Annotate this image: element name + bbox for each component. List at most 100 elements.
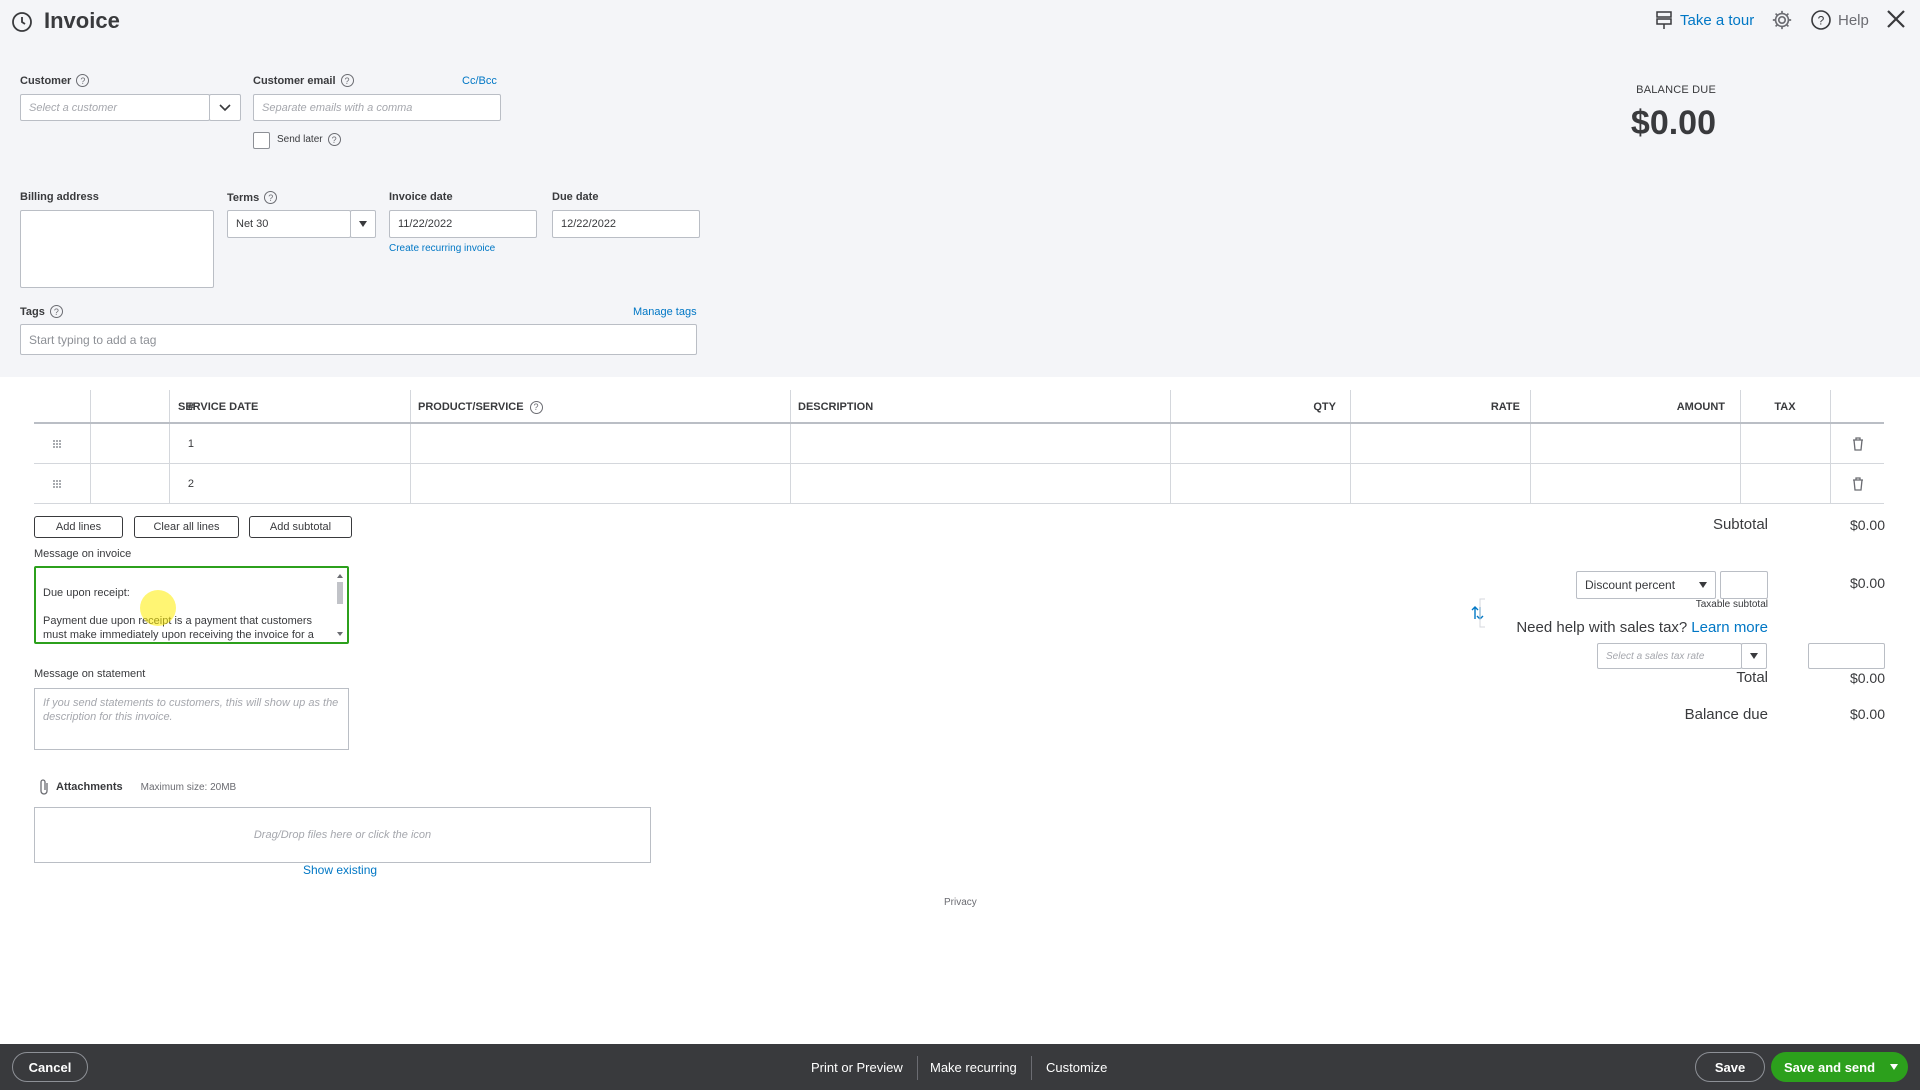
terms-dropdown-button[interactable] xyxy=(350,210,376,238)
customer-select[interactable]: Select a customer xyxy=(20,94,210,121)
add-lines-button[interactable]: Add lines xyxy=(34,516,123,538)
tags-label-text: Tags xyxy=(20,305,45,318)
sales-tax-rate-placeholder: Select a sales tax rate xyxy=(1606,650,1705,662)
column-divider xyxy=(169,464,170,503)
send-later-label-text: Send later xyxy=(277,134,323,145)
sales-tax-rate-dropdown[interactable] xyxy=(1741,643,1767,669)
message-on-invoice-textarea[interactable]: Due upon receipt: Payment due upon recei… xyxy=(34,566,349,644)
balance-due-bottom-value: $0.00 xyxy=(1849,706,1885,722)
taxable-subtotal-label: Taxable subtotal xyxy=(1695,599,1768,610)
footer-bar: Cancel Print or Preview Make recurring C… xyxy=(0,1044,1920,1090)
attachments-label: Attachments xyxy=(56,781,123,793)
save-and-send-button[interactable]: Save and send xyxy=(1771,1052,1908,1082)
due-date-value: 12/22/2022 xyxy=(561,218,617,230)
column-divider xyxy=(410,464,411,503)
customer-email-placeholder: Separate emails with a comma xyxy=(262,101,413,114)
message-on-invoice-label: Message on invoice xyxy=(34,548,132,560)
manage-tags-link[interactable]: Manage tags xyxy=(633,306,697,318)
due-date-field[interactable]: 12/22/2022 xyxy=(552,210,700,238)
customer-label: Customer ? xyxy=(20,74,90,87)
terms-label: Terms ? xyxy=(227,191,278,204)
column-divider xyxy=(1530,424,1531,463)
invoice-header-panel: Invoice Take a tour ? Help Customer ? Se… xyxy=(0,0,1920,377)
send-later-label: Send later ? xyxy=(277,133,341,146)
textarea-scrollbar[interactable] xyxy=(335,572,345,638)
sales-tax-help: Need help with sales tax? Learn more xyxy=(1516,619,1768,636)
balance-due-label: BALANCE DUE xyxy=(1636,84,1716,96)
print-preview-button[interactable]: Print or Preview xyxy=(811,1044,903,1090)
add-subtotal-button[interactable]: Add subtotal xyxy=(249,516,352,538)
column-divider xyxy=(1830,390,1831,422)
tags-help-icon[interactable]: ? xyxy=(49,305,63,318)
caret-down-icon[interactable] xyxy=(1890,1064,1898,1070)
column-divider xyxy=(790,424,791,463)
sales-tax-rate-select[interactable]: Select a sales tax rate xyxy=(1597,643,1742,669)
help-icon: ? xyxy=(1811,10,1831,30)
customer-email-help-icon[interactable]: ? xyxy=(340,74,354,87)
clear-all-lines-button[interactable]: Clear all lines xyxy=(134,516,239,538)
product-service-column-header: PRODUCT/SERVICE ? xyxy=(418,390,543,424)
make-recurring-button[interactable]: Make recurring xyxy=(930,1044,1017,1090)
learn-more-link[interactable]: Learn more xyxy=(1691,619,1768,636)
customer-email-label-text: Customer email xyxy=(253,74,336,87)
terms-value: Net 30 xyxy=(236,218,269,230)
message-on-statement-textarea[interactable]: If you send statements to customers, thi… xyxy=(34,688,349,750)
recent-history-icon[interactable] xyxy=(10,10,34,34)
amount-column-header: AMOUNT xyxy=(1676,401,1725,413)
customer-help-icon[interactable]: ? xyxy=(76,74,90,87)
caret-down-icon xyxy=(1750,653,1758,659)
customer-dropdown-button[interactable] xyxy=(209,94,241,121)
tags-input[interactable]: Start typing to add a tag xyxy=(20,324,697,355)
send-later-help-icon[interactable]: ? xyxy=(327,133,341,146)
column-divider xyxy=(1350,464,1351,503)
take-tour-link[interactable]: Take a tour xyxy=(1654,10,1754,30)
help-button[interactable]: ? Help xyxy=(1810,9,1869,31)
product-service-header-text: PRODUCT/SERVICE xyxy=(418,401,524,413)
trash-icon[interactable] xyxy=(1852,464,1864,504)
column-divider xyxy=(410,424,411,463)
discount-value-input[interactable] xyxy=(1720,571,1768,599)
billing-address-field[interactable] xyxy=(20,210,214,288)
gear-icon[interactable] xyxy=(1771,9,1793,31)
subtotal-value: $0.00 xyxy=(1849,517,1885,533)
column-divider xyxy=(1170,464,1171,503)
rate-column-header: RATE xyxy=(1490,401,1520,413)
terms-select[interactable]: Net 30 xyxy=(227,210,351,238)
chevron-down-icon xyxy=(219,103,231,111)
service-date-column-header: SERVICE DATE xyxy=(178,401,259,413)
swap-order-icon[interactable] xyxy=(1465,597,1489,629)
invoice-date-label: Invoice date xyxy=(389,191,453,203)
customer-email-field[interactable]: Separate emails with a comma xyxy=(253,94,501,121)
attachments-dropzone[interactable]: Drag/Drop files here or click the icon xyxy=(34,807,651,863)
create-recurring-invoice-link[interactable]: Create recurring invoice xyxy=(389,243,495,254)
drag-handle-icon[interactable] xyxy=(52,424,62,464)
cc-bcc-link[interactable]: Cc/Bcc xyxy=(462,75,497,87)
save-button[interactable]: Save xyxy=(1695,1052,1765,1082)
customer-label-text: Customer xyxy=(20,74,72,87)
product-service-help-icon[interactable]: ? xyxy=(529,400,543,414)
message-on-invoice-text: Due upon receipt: Payment due upon recei… xyxy=(43,587,314,641)
dropzone-text: Drag/Drop files here or click the icon xyxy=(253,829,432,841)
table-row[interactable]: 2 xyxy=(34,464,1884,504)
sales-tax-amount-input[interactable] xyxy=(1808,643,1885,669)
tags-placeholder: Start typing to add a tag xyxy=(29,332,157,347)
terms-help-icon[interactable]: ? xyxy=(264,191,278,204)
total-value: $0.00 xyxy=(1849,670,1885,686)
tags-label: Tags ? xyxy=(20,305,63,318)
send-later-checkbox[interactable] xyxy=(253,132,270,149)
column-divider xyxy=(1530,464,1531,503)
paperclip-icon[interactable] xyxy=(38,778,50,796)
close-icon[interactable] xyxy=(1884,7,1908,31)
customize-button[interactable]: Customize xyxy=(1046,1044,1107,1090)
drag-handle-icon[interactable] xyxy=(52,464,62,504)
trash-icon[interactable] xyxy=(1852,424,1864,464)
discount-type-select[interactable]: Discount percent xyxy=(1576,571,1716,599)
due-date-label: Due date xyxy=(552,191,599,203)
cancel-button[interactable]: Cancel xyxy=(12,1052,88,1082)
invoice-date-value: 11/22/2022 xyxy=(398,218,453,230)
invoice-date-field[interactable]: 11/22/2022 xyxy=(389,210,537,238)
column-divider xyxy=(1170,424,1171,463)
show-existing-link[interactable]: Show existing xyxy=(303,863,377,877)
privacy-link[interactable]: Privacy xyxy=(944,897,977,908)
table-row[interactable]: 1 xyxy=(34,424,1884,464)
